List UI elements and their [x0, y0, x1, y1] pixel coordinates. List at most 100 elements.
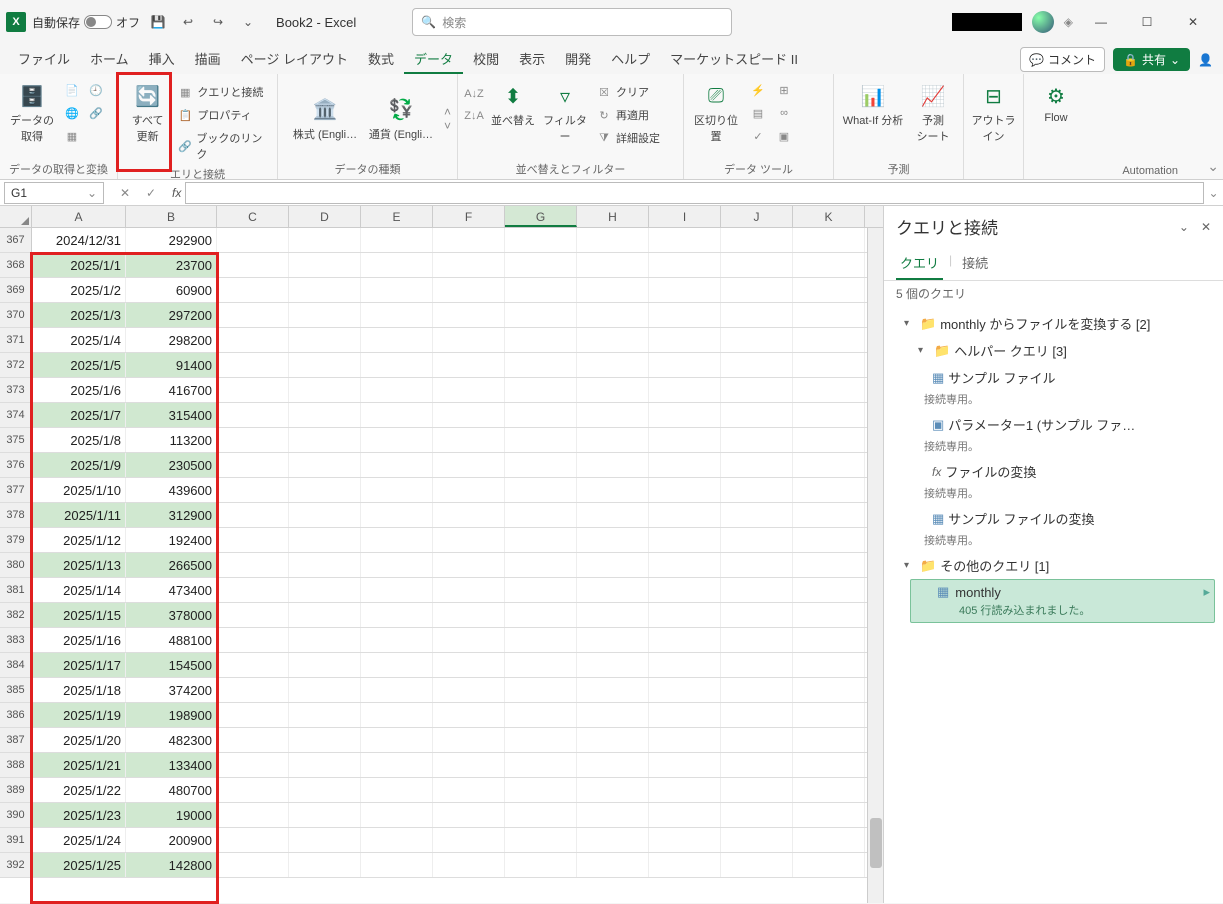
column-header-K[interactable]: K [793, 206, 865, 227]
cell-empty[interactable] [721, 803, 793, 827]
row-header[interactable]: 373 [0, 378, 32, 402]
cell-empty[interactable] [649, 503, 721, 527]
column-header-G[interactable]: G [505, 206, 577, 227]
cell-empty[interactable] [649, 678, 721, 702]
cell-empty[interactable] [721, 653, 793, 677]
cell-empty[interactable] [649, 278, 721, 302]
cell-empty[interactable] [505, 853, 577, 877]
cell-empty[interactable] [289, 478, 361, 502]
table-row[interactable]: 3842025/1/17154500 [0, 653, 883, 678]
cell-empty[interactable] [793, 778, 865, 802]
row-header[interactable]: 388 [0, 753, 32, 777]
from-text-button[interactable]: 📄 [62, 80, 82, 100]
row-header[interactable]: 380 [0, 553, 32, 577]
share-button[interactable]: 🔒 共有 ⌄ [1113, 48, 1190, 71]
ribbon-collapse-icon[interactable]: ⌄ [1207, 158, 1219, 175]
cell-empty[interactable] [793, 378, 865, 402]
cell-empty[interactable] [649, 853, 721, 877]
recent-sources-button[interactable]: 🕘 [86, 80, 106, 100]
row-header[interactable]: 379 [0, 528, 32, 552]
column-header-D[interactable]: D [289, 206, 361, 227]
cell-empty[interactable] [721, 253, 793, 277]
cell-empty[interactable] [505, 728, 577, 752]
cell-empty[interactable] [361, 628, 433, 652]
cell-empty[interactable] [505, 528, 577, 552]
cell-empty[interactable] [649, 578, 721, 602]
row-header[interactable]: 372 [0, 353, 32, 377]
flow-button[interactable]: ⚙ Flow [1030, 78, 1082, 128]
sort-button[interactable]: ⬍ 並べ替え [490, 78, 536, 132]
cell-empty[interactable] [649, 453, 721, 477]
cell-empty[interactable] [649, 303, 721, 327]
autosave-toggle[interactable]: 自動保存 オフ [32, 14, 140, 31]
remove-duplicates-button[interactable]: ▤ [748, 103, 768, 123]
tree-sample-file[interactable]: ▦ サンプル ファイル [892, 364, 1215, 391]
minimize-button[interactable]: — [1083, 8, 1119, 36]
column-header-F[interactable]: F [433, 206, 505, 227]
cell-empty[interactable] [217, 603, 289, 627]
cell-empty[interactable] [361, 228, 433, 252]
cell-value[interactable]: 439600 [126, 478, 217, 502]
cell-empty[interactable] [793, 578, 865, 602]
cell-empty[interactable] [505, 778, 577, 802]
cell-value[interactable]: 142800 [126, 853, 217, 877]
cell-empty[interactable] [433, 628, 505, 652]
cell-empty[interactable] [433, 228, 505, 252]
ribbon-tab-2[interactable]: 挿入 [139, 45, 185, 74]
cell-empty[interactable] [217, 803, 289, 827]
cell-empty[interactable] [793, 678, 865, 702]
cell-empty[interactable] [217, 378, 289, 402]
whatif-button[interactable]: 📊 What-If 分析 [840, 78, 906, 132]
row-header[interactable]: 382 [0, 603, 32, 627]
cell-date[interactable]: 2025/1/19 [32, 703, 126, 727]
cell-empty[interactable] [505, 828, 577, 852]
cell-empty[interactable] [793, 828, 865, 852]
column-header-H[interactable]: H [577, 206, 649, 227]
cell-date[interactable]: 2024/12/31 [32, 228, 126, 252]
cell-empty[interactable] [217, 428, 289, 452]
cell-empty[interactable] [217, 403, 289, 427]
cell-empty[interactable] [793, 253, 865, 277]
cell-empty[interactable] [649, 753, 721, 777]
cell-empty[interactable] [793, 353, 865, 377]
cell-empty[interactable] [721, 603, 793, 627]
cell-empty[interactable] [793, 628, 865, 652]
cell-date[interactable]: 2025/1/10 [32, 478, 126, 502]
cell-empty[interactable] [289, 778, 361, 802]
tree-file-transform[interactable]: fx ファイルの変換 [892, 458, 1215, 485]
cell-date[interactable]: 2025/1/15 [32, 603, 126, 627]
cell-empty[interactable] [433, 453, 505, 477]
row-header[interactable]: 367 [0, 228, 32, 252]
table-row[interactable]: 3912025/1/24200900 [0, 828, 883, 853]
cell-empty[interactable] [361, 278, 433, 302]
ribbon-tab-4[interactable]: ページ レイアウト [231, 45, 358, 74]
cell-empty[interactable] [361, 728, 433, 752]
cell-date[interactable]: 2025/1/13 [32, 553, 126, 577]
select-all-corner[interactable] [0, 206, 32, 227]
get-data-button[interactable]: 🗄️ データの 取得 [6, 78, 58, 148]
cell-empty[interactable] [361, 703, 433, 727]
cell-empty[interactable] [361, 678, 433, 702]
row-header[interactable]: 376 [0, 453, 32, 477]
cell-value[interactable]: 23700 [126, 253, 217, 277]
cell-empty[interactable] [505, 253, 577, 277]
table-row[interactable]: 3682025/1/123700 [0, 253, 883, 278]
cell-empty[interactable] [433, 253, 505, 277]
cancel-formula-icon[interactable]: ✕ [120, 186, 130, 200]
grid-rows[interactable]: 3672024/12/312929003682025/1/12370036920… [0, 228, 883, 903]
cell-empty[interactable] [433, 328, 505, 352]
workbook-links-button[interactable]: 🔗ブックのリンク [175, 128, 271, 164]
cell-value[interactable]: 200900 [126, 828, 217, 852]
cell-empty[interactable] [361, 753, 433, 777]
cell-empty[interactable] [505, 678, 577, 702]
cell-date[interactable]: 2025/1/23 [32, 803, 126, 827]
cell-value[interactable]: 192400 [126, 528, 217, 552]
cell-empty[interactable] [433, 403, 505, 427]
cell-empty[interactable] [577, 828, 649, 852]
cell-empty[interactable] [217, 753, 289, 777]
cell-empty[interactable] [217, 453, 289, 477]
advanced-filter-button[interactable]: ⧩詳細設定 [594, 128, 662, 148]
cell-value[interactable]: 266500 [126, 553, 217, 577]
cell-empty[interactable] [289, 628, 361, 652]
cell-value[interactable]: 19000 [126, 803, 217, 827]
